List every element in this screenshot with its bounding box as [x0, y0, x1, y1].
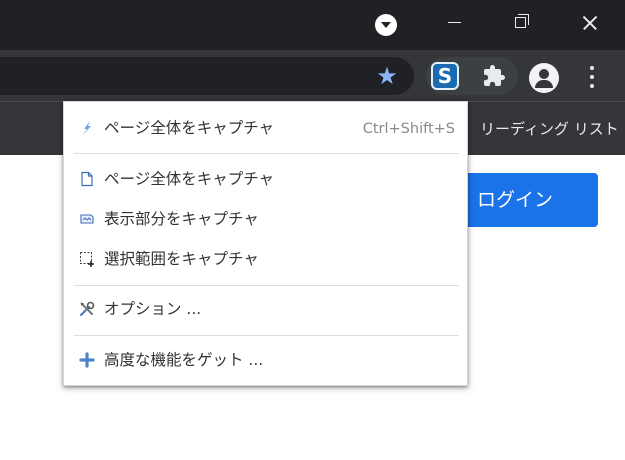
plus-icon — [79, 352, 95, 368]
puzzle-icon[interactable] — [482, 64, 506, 88]
menu-item-capture-full-page[interactable]: ページ全体をキャプチャ — [64, 161, 467, 197]
visible-area-icon — [80, 214, 94, 224]
minimize-button[interactable] — [432, 0, 478, 46]
menu-item-label: 選択範囲をキャプチャ — [104, 250, 259, 268]
reading-list-button[interactable]: リーディング リスト — [480, 119, 619, 139]
address-bar[interactable]: ★ — [0, 57, 414, 95]
screenshot-extension-button[interactable]: S — [431, 62, 459, 90]
shortcut-label: Ctrl+Shift+S — [362, 121, 455, 137]
title-bar — [0, 0, 625, 50]
restore-button[interactable] — [498, 0, 544, 46]
close-window-button[interactable] — [566, 0, 612, 46]
selection-icon — [80, 252, 94, 267]
screenshot-extension-icon: S — [433, 64, 457, 88]
login-button[interactable]: ログイン — [452, 173, 598, 227]
menu-item-get-advanced[interactable]: 高度な機能をゲット ... — [64, 342, 467, 378]
menu-separator — [74, 153, 459, 154]
menu-separator — [74, 335, 459, 336]
avatar-body — [535, 80, 553, 88]
tab-search-icon[interactable] — [375, 14, 397, 36]
tools-icon — [79, 301, 95, 317]
menu-item-options[interactable]: オプション ... — [64, 291, 467, 327]
restore-front-square — [515, 17, 526, 28]
menu-item-capture-selection[interactable]: 選択範囲をキャプチャ — [64, 241, 467, 277]
more-menu-icon[interactable] — [580, 64, 604, 90]
capture-menu: ページ全体をキャプチャ Ctrl+Shift+S ページ全体をキャプチャ 表示部… — [63, 101, 468, 386]
profile-avatar-icon[interactable] — [529, 63, 559, 93]
avatar-head — [539, 69, 549, 79]
menu-item-label: ページ全体をキャプチャ — [104, 119, 275, 137]
browser-toolbar: ★ S — [0, 50, 625, 101]
menu-item-capture-visible[interactable]: 表示部分をキャプチャ — [64, 201, 467, 237]
menu-separator — [74, 285, 459, 286]
extensions-group: S — [426, 57, 518, 95]
menu-item-capture-full-shortcut[interactable]: ページ全体をキャプチャ Ctrl+Shift+S — [64, 110, 467, 146]
menu-item-label: 表示部分をキャプチャ — [104, 210, 259, 228]
menu-item-label: ページ全体をキャプチャ — [104, 170, 275, 188]
page-icon — [81, 171, 93, 187]
menu-item-label: 高度な機能をゲット ... — [104, 351, 264, 369]
bookmark-star-icon[interactable]: ★ — [374, 63, 400, 89]
menu-item-label: オプション ... — [104, 300, 202, 318]
lightning-icon — [83, 121, 91, 135]
